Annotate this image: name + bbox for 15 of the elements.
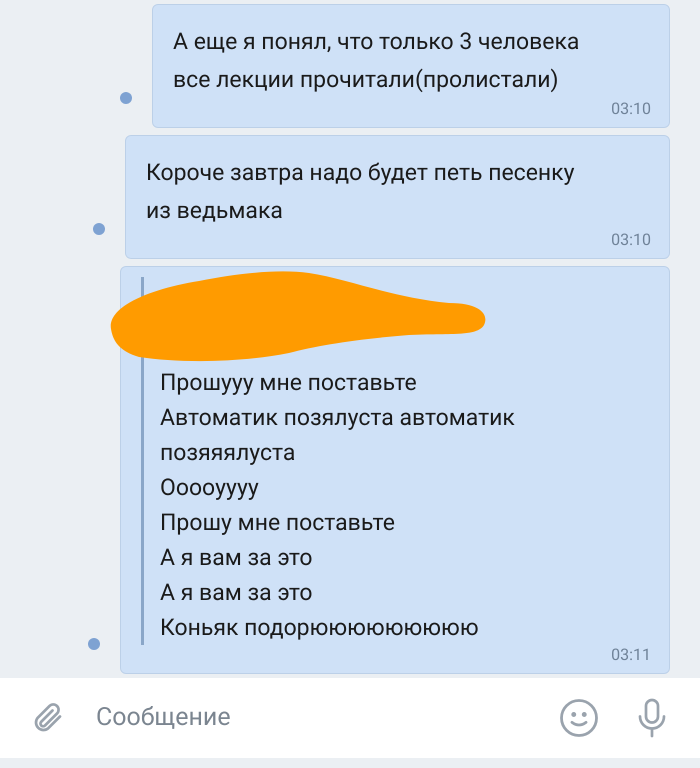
smiley-icon[interactable] [558,697,600,739]
message-text: А еще я понял, что только 3 человека все лекции прочитали(пролистали) [173,27,580,95]
message-time: 03:11 [611,647,651,663]
message-composer[interactable]: Сообщение [0,678,700,758]
forwarded-text-line: Коньяк подорююююююююю [160,613,480,643]
forwarded-text-line: Прошууу мне поставьте [160,368,418,398]
forwarded-text-line: Оооoуууу [160,473,260,503]
message-text: Короче завтра надо будет петь песенку из ведьмака [146,158,576,226]
message-time: 03:10 [611,232,651,248]
forwarded-text-line: Прошу мне поставьте [160,508,396,538]
forwarded-text-line: А я вам за это [160,578,314,608]
message-input[interactable]: Сообщение [96,699,558,737]
forwarded-text-line: А я вам за это [160,543,314,573]
forwarded-text-line: Автоматик позялуста автоматик позяяялуста [160,403,516,468]
message-time: 03:10 [611,101,651,117]
